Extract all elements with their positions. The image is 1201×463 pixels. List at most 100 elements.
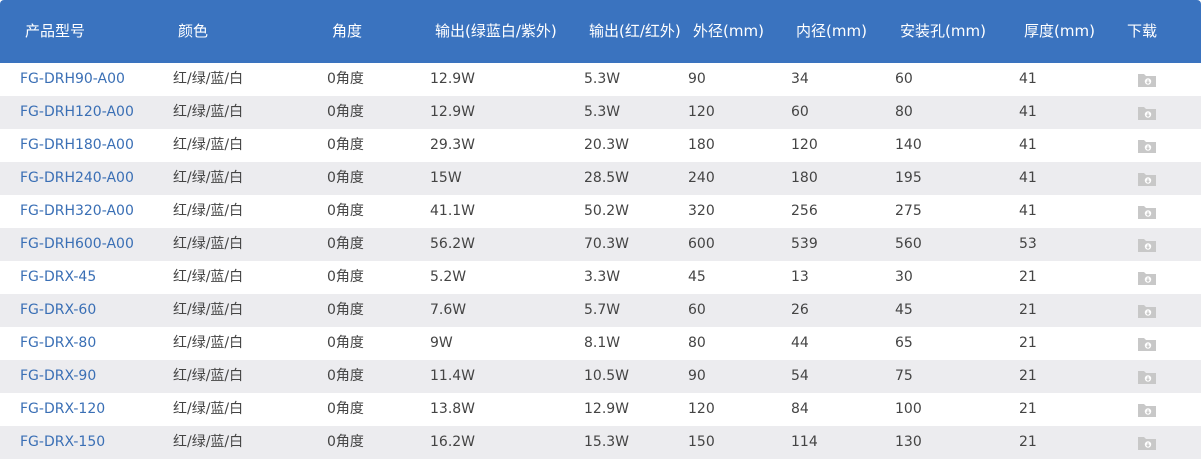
model-link[interactable]: FG-DRX-150	[20, 434, 105, 451]
model-link[interactable]: FG-DRX-80	[20, 335, 96, 352]
output-red-cell: 3.3W	[584, 269, 621, 285]
mounting-hole-cell: 140	[895, 137, 922, 153]
model-link[interactable]: FG-DRX-60	[20, 302, 96, 319]
download-folder-icon[interactable]	[1137, 368, 1157, 385]
model-link[interactable]: FG-DRH240-A00	[20, 170, 134, 187]
table-row: FG-DRH120-A00 红/绿/蓝/白 0角度 12.9W 5.3W 120 60 80 4…	[0, 96, 1201, 129]
output-red-cell: 5.3W	[584, 104, 621, 120]
mounting-hole-cell: 75	[895, 368, 913, 384]
download-folder-icon[interactable]	[1137, 137, 1157, 154]
mounting-hole-cell: 60	[895, 71, 913, 87]
color-cell: 红/绿/蓝/白	[173, 170, 244, 186]
table-row: FG-DRH240-A00 红/绿/蓝/白 0角度 15W 28.5W 240 180 195…	[0, 162, 1201, 195]
output-gbw-cell: 15W	[430, 170, 462, 186]
inner-diameter-cell: 54	[791, 368, 809, 384]
outer-diameter-cell: 120	[688, 104, 715, 120]
model-link[interactable]: FG-DRH90-A00	[20, 71, 125, 88]
mounting-hole-cell: 45	[895, 302, 913, 318]
model-link[interactable]: FG-DRH180-A00	[20, 137, 134, 154]
thickness-cell: 41	[1019, 104, 1037, 120]
mounting-hole-cell: 195	[895, 170, 922, 186]
color-cell: 红/绿/蓝/白	[173, 203, 244, 219]
table-row: FG-DRH180-A00 红/绿/蓝/白 0角度 29.3W 20.3W 180 120 1…	[0, 129, 1201, 162]
model-link[interactable]: FG-DRH320-A00	[20, 203, 134, 220]
output-red-cell: 15.3W	[584, 434, 630, 450]
angle-cell: 0角度	[327, 302, 364, 318]
outer-diameter-cell: 180	[688, 137, 715, 153]
thickness-cell: 41	[1019, 203, 1037, 219]
outer-diameter-cell: 45	[688, 269, 706, 285]
thickness-cell: 21	[1019, 269, 1037, 285]
download-folder-icon[interactable]	[1137, 236, 1157, 253]
download-folder-icon[interactable]	[1137, 434, 1157, 451]
download-folder-icon[interactable]	[1137, 104, 1157, 121]
table-row: FG-DRH90-A00 红/绿/蓝/白 0角度 12.9W 5.3W 90 34 60 41	[0, 63, 1201, 96]
header-mounting-hole: 安装孔(mm)	[900, 22, 986, 40]
output-red-cell: 12.9W	[584, 401, 630, 417]
thickness-cell: 21	[1019, 434, 1037, 450]
download-folder-icon[interactable]	[1137, 401, 1157, 418]
angle-cell: 0角度	[327, 137, 364, 153]
model-link[interactable]: FG-DRX-90	[20, 368, 96, 385]
download-folder-icon[interactable]	[1137, 269, 1157, 286]
download-folder-icon[interactable]	[1137, 71, 1157, 88]
mounting-hole-cell: 560	[895, 236, 922, 252]
download-folder-icon[interactable]	[1137, 203, 1157, 220]
mounting-hole-cell: 130	[895, 434, 922, 450]
output-gbw-cell: 13.8W	[430, 401, 476, 417]
output-gbw-cell: 29.3W	[430, 137, 476, 153]
color-cell: 红/绿/蓝/白	[173, 401, 244, 417]
product-table: 产品型号 颜色 角度 输出(绿蓝白/紫外) 输出(红/红外) 外径(mm) 内径…	[0, 0, 1201, 459]
outer-diameter-cell: 60	[688, 302, 706, 318]
header-output-red-ir: 输出(红/红外)	[589, 22, 681, 40]
table-row: FG-DRX-60 红/绿/蓝/白 0角度 7.6W 5.7W 60 26 45 21	[0, 294, 1201, 327]
inner-diameter-cell: 34	[791, 71, 809, 87]
color-cell: 红/绿/蓝/白	[173, 71, 244, 87]
inner-diameter-cell: 120	[791, 137, 818, 153]
inner-diameter-cell: 26	[791, 302, 809, 318]
angle-cell: 0角度	[327, 71, 364, 87]
mounting-hole-cell: 100	[895, 401, 922, 417]
download-folder-icon[interactable]	[1137, 335, 1157, 352]
angle-cell: 0角度	[327, 368, 364, 384]
inner-diameter-cell: 13	[791, 269, 809, 285]
thickness-cell: 41	[1019, 137, 1037, 153]
table-row: FG-DRH320-A00 红/绿/蓝/白 0角度 41.1W 50.2W 320 256 2…	[0, 195, 1201, 228]
outer-diameter-cell: 90	[688, 368, 706, 384]
table-row: FG-DRX-90 红/绿/蓝/白 0角度 11.4W 10.5W 90 54 75 21	[0, 360, 1201, 393]
mounting-hole-cell: 80	[895, 104, 913, 120]
angle-cell: 0角度	[327, 170, 364, 186]
color-cell: 红/绿/蓝/白	[173, 335, 244, 351]
header-output-gbw-uv: 输出(绿蓝白/紫外)	[435, 22, 557, 40]
output-gbw-cell: 56.2W	[430, 236, 476, 252]
angle-cell: 0角度	[327, 203, 364, 219]
output-red-cell: 5.7W	[584, 302, 621, 318]
header-thickness: 厚度(mm)	[1024, 22, 1095, 40]
model-link[interactable]: FG-DRH600-A00	[20, 236, 134, 253]
model-link[interactable]: FG-DRX-45	[20, 269, 96, 286]
inner-diameter-cell: 84	[791, 401, 809, 417]
table-row: FG-DRX-45 红/绿/蓝/白 0角度 5.2W 3.3W 45 13 30 21	[0, 261, 1201, 294]
output-gbw-cell: 12.9W	[430, 71, 476, 87]
angle-cell: 0角度	[327, 434, 364, 450]
header-outer-diameter: 外径(mm)	[693, 22, 764, 40]
mounting-hole-cell: 30	[895, 269, 913, 285]
color-cell: 红/绿/蓝/白	[173, 302, 244, 318]
color-cell: 红/绿/蓝/白	[173, 104, 244, 120]
outer-diameter-cell: 90	[688, 71, 706, 87]
color-cell: 红/绿/蓝/白	[173, 368, 244, 384]
output-red-cell: 5.3W	[584, 71, 621, 87]
thickness-cell: 41	[1019, 71, 1037, 87]
table-row: FG-DRX-150 红/绿/蓝/白 0角度 16.2W 15.3W 150 114 130 2…	[0, 426, 1201, 459]
outer-diameter-cell: 80	[688, 335, 706, 351]
thickness-cell: 21	[1019, 368, 1037, 384]
output-red-cell: 10.5W	[584, 368, 630, 384]
model-link[interactable]: FG-DRH120-A00	[20, 104, 134, 121]
angle-cell: 0角度	[327, 335, 364, 351]
download-folder-icon[interactable]	[1137, 302, 1157, 319]
output-gbw-cell: 12.9W	[430, 104, 476, 120]
download-folder-icon[interactable]	[1137, 170, 1157, 187]
model-link[interactable]: FG-DRX-120	[20, 401, 105, 418]
table-header: 产品型号 颜色 角度 输出(绿蓝白/紫外) 输出(红/红外) 外径(mm) 内径…	[0, 0, 1201, 63]
output-gbw-cell: 41.1W	[430, 203, 476, 219]
